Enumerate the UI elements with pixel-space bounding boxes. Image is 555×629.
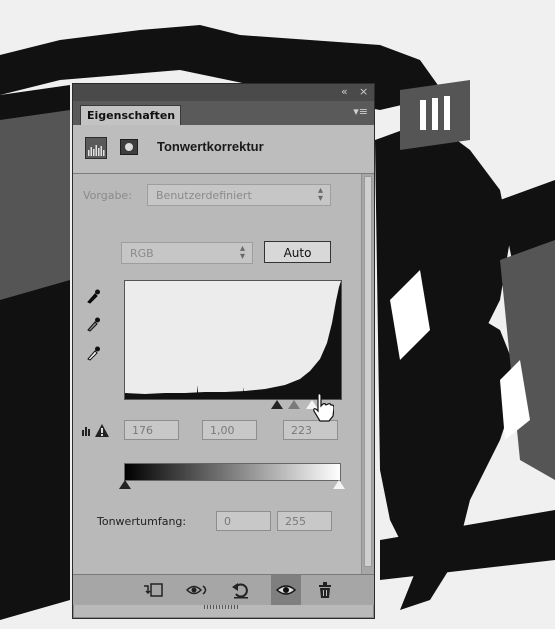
histogram	[124, 280, 342, 400]
preset-select[interactable]: Benutzerdefiniert ▴ ▾	[147, 184, 331, 206]
panel-header: Tonwertkorrektur	[73, 125, 374, 174]
white-point-eyedropper-icon[interactable]	[85, 345, 101, 361]
output-levels-label: Tonwertumfang:	[97, 515, 187, 528]
output-white-slider[interactable]	[333, 480, 345, 489]
panel-title-strip: « ×	[73, 84, 374, 101]
channel-select[interactable]: RGB ▴ ▾	[121, 242, 253, 264]
reset-icon[interactable]	[231, 581, 251, 599]
black-point-eyedropper-icon[interactable]	[85, 288, 101, 304]
select-arrows-icon: ▴ ▾	[239, 243, 245, 262]
panel-footer	[73, 574, 374, 605]
trash-icon[interactable]	[316, 581, 334, 599]
mouse-cursor-icon	[313, 393, 334, 422]
gray-point-eyedropper-icon[interactable]	[85, 316, 101, 332]
properties-panel: « × Eigenschaften ▾≡ Tonwertkorrektur Vo…	[72, 83, 375, 619]
input-gamma-field[interactable]: 1,00	[202, 420, 257, 440]
clip-to-layer-icon[interactable]	[143, 581, 163, 599]
channel-value: RGB	[130, 247, 154, 260]
auto-button[interactable]: Auto	[264, 241, 331, 263]
preset-value: Benutzerdefiniert	[156, 189, 252, 202]
input-black-field[interactable]: 176	[124, 420, 179, 440]
scrollbar[interactable]	[361, 174, 374, 574]
panel-menu-icon[interactable]: ▾≡	[353, 105, 368, 118]
tab-properties[interactable]: Eigenschaften	[80, 105, 181, 125]
output-white-field[interactable]: 255	[277, 511, 332, 531]
histogram-graph	[125, 281, 341, 399]
output-black-slider[interactable]	[119, 480, 131, 489]
collapse-icon[interactable]: «	[341, 85, 348, 98]
resize-grip[interactable]	[204, 605, 238, 609]
input-white-field[interactable]: 223	[283, 420, 338, 440]
select-arrows-icon: ▴ ▾	[317, 185, 323, 204]
panel-title: Tonwertkorrektur	[157, 139, 264, 154]
preset-label: Vorgabe:	[83, 189, 132, 202]
output-gradient	[124, 463, 341, 481]
tab-bar: Eigenschaften ▾≡	[73, 101, 374, 125]
levels-body: Vorgabe: Benutzerdefiniert ▴ ▾ RGB ▴ ▾ Aut…	[73, 174, 361, 574]
levels-adjustment-icon	[85, 137, 107, 159]
input-black-slider[interactable]	[271, 400, 283, 409]
view-previous-icon[interactable]	[186, 581, 210, 599]
layer-mask-icon[interactable]	[120, 139, 138, 155]
clipping-warning-icon[interactable]	[81, 422, 109, 438]
output-black-field[interactable]: 0	[216, 511, 271, 531]
scrollbar-thumb[interactable]	[364, 176, 372, 567]
close-icon[interactable]: ×	[359, 85, 368, 98]
input-gamma-slider[interactable]	[288, 400, 300, 409]
visibility-icon[interactable]	[276, 581, 296, 599]
